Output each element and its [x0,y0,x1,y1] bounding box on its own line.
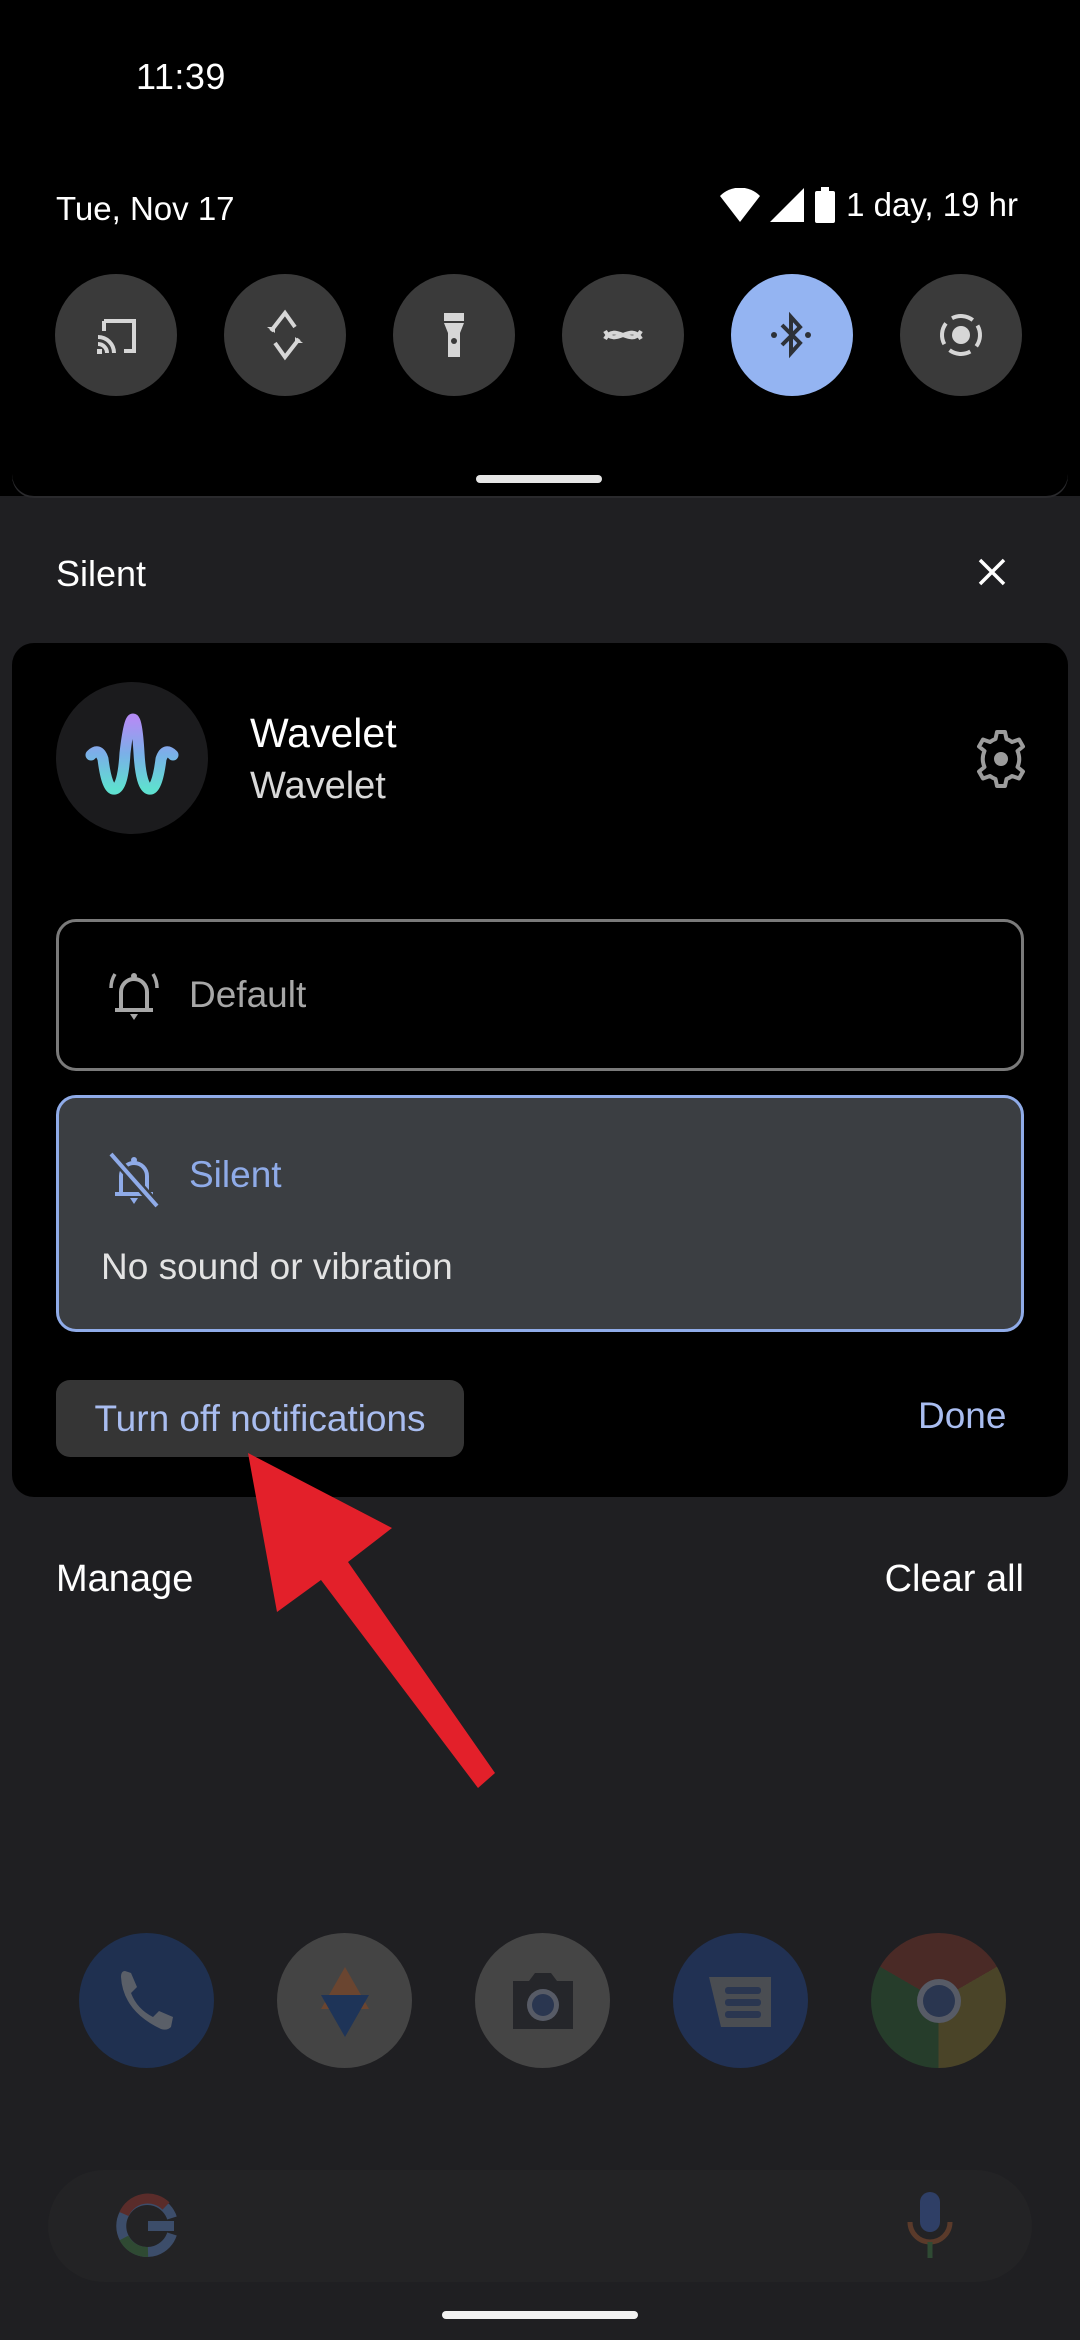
dock-app-photos[interactable] [277,1933,412,2068]
chrome-icon [916,1978,961,2023]
tile-data-saver[interactable] [562,274,684,396]
data-saver-icon [603,329,643,341]
manage-button[interactable]: Manage [56,1558,193,1601]
dock-app-camera[interactable] [475,1933,610,2068]
tile-flashlight[interactable] [393,274,515,396]
camera-icon [512,1972,573,2029]
close-icon[interactable] [972,552,1012,592]
option-default-label: Default [189,974,307,1015]
battery-remaining: 1 day, 19 hr [846,186,1018,223]
tile-bluetooth[interactable] [731,274,853,396]
tile-cast[interactable] [55,274,177,396]
turn-off-notifications-button[interactable]: Turn off notifications [56,1380,464,1457]
option-silent-description: No sound or vibration [101,1246,453,1287]
app-icon [56,682,208,834]
dock-app-messages[interactable] [673,1933,808,2068]
messages-icon [708,1976,771,2027]
microphone-icon [907,2192,953,2258]
status-time: 11:39 [136,56,226,97]
option-silent-label: Silent [189,1154,282,1195]
bell-icon [109,973,159,1020]
arrow-head [248,1453,495,1788]
google-search-bar[interactable] [48,2170,1032,2282]
bell-off-icon [107,1151,161,1209]
screen-record-icon [940,314,982,356]
option-silent[interactable]: Silent No sound or vibration [56,1095,1024,1332]
done-button[interactable]: Done [918,1395,1006,1437]
option-default[interactable]: Default [56,919,1024,1071]
google-g-icon [116,2193,177,2257]
quick-settings-tiles [55,274,1035,396]
section-title: Silent [56,553,147,594]
clear-all-button[interactable]: Clear all [885,1558,1024,1601]
tile-screen-record[interactable] [900,274,1022,396]
dock-app-chrome[interactable] [871,1933,1006,2068]
notification-subtitle: Wavelet [250,765,386,807]
quick-settings-drag-handle[interactable] [476,475,602,483]
notification-app-name: Wavelet [250,710,397,756]
tile-auto-rotate[interactable] [224,274,346,396]
bluetooth-icon [771,311,811,359]
phone-icon [120,1970,173,2030]
flashlight-icon [444,313,464,357]
home-dock [0,1933,1080,2068]
status-date: Tue, Nov 17 [56,190,235,227]
gear-icon[interactable] [970,728,1032,790]
photos-icon [320,1966,369,2037]
wavelet-logo-icon [85,713,179,795]
wifi-icon [720,188,761,222]
quick-settings-panel: 11:39 Tue, Nov 17 1 day, 19 hr [0,0,1080,496]
gesture-nav-handle[interactable] [442,2311,638,2319]
cast-icon [97,319,136,354]
rotate-icon [267,309,303,361]
cell-signal-icon [770,188,805,222]
dock-app-phone[interactable] [79,1933,214,2068]
status-icons: 1 day, 19 hr [720,186,1018,224]
battery-icon [815,187,836,223]
